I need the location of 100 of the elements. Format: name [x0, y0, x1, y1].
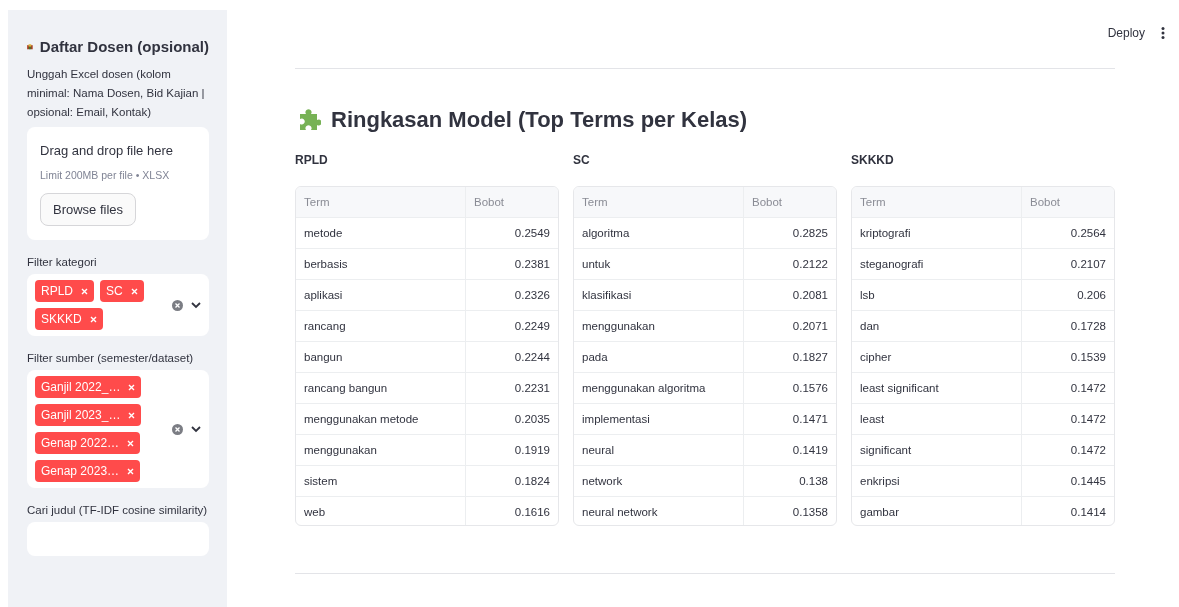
table-heading: SC: [573, 153, 591, 167]
table-cell-text: 0.1358: [791, 505, 829, 520]
table-cell-text: 0.138: [798, 474, 829, 489]
filter-tag[interactable]: SC: [100, 280, 144, 302]
table-cell: kriptografi: [852, 218, 1022, 248]
table-cell: menggunakan: [574, 311, 744, 341]
table-cell: lsb: [852, 280, 1022, 310]
table-cell: significant: [852, 435, 1022, 465]
filter-tag[interactable]: RPLD: [35, 280, 94, 302]
table-cell: bangun: [296, 342, 466, 372]
table-cell: steganografi: [852, 249, 1022, 279]
chevron-down-icon[interactable]: [191, 301, 201, 309]
table-cell-text: 0.2122: [791, 257, 829, 272]
table-cell-text: 0.206: [1076, 288, 1107, 303]
remove-icon[interactable]: [127, 467, 135, 475]
table-cell-text: 0.1414: [1069, 505, 1107, 520]
table-heading: RPLD: [295, 153, 329, 167]
deploy-button[interactable]: Deploy: [1107, 26, 1145, 40]
filter-tag[interactable]: Ganjil 2023_…: [35, 404, 142, 426]
table-cell: enkripsi: [852, 466, 1022, 496]
filter-tag[interactable]: SKKKD: [35, 308, 103, 330]
column-header[interactable]: Bobot: [1022, 187, 1114, 217]
column-header[interactable]: Bobot: [466, 187, 558, 217]
table-cell-text: 0.1824: [513, 474, 551, 489]
table-cell: dan: [852, 311, 1022, 341]
remove-icon[interactable]: [128, 411, 136, 419]
filter-tag[interactable]: Genap 2023…: [35, 460, 141, 482]
table-cell: sistem: [296, 466, 466, 496]
upload-hint: Unggah Excel dosen (kolom minimal: Nama Dosen, Bid Kajian | opsional: Email, Kontak): [27, 67, 206, 120]
table-cell: least: [852, 404, 1022, 434]
puzzle-icon: [297, 109, 321, 131]
table-cell-text: 0.2081: [791, 288, 829, 303]
search-label: Cari judul (TF-IDF cosine similarity): [27, 504, 209, 516]
column-header[interactable]: Bobot: [744, 187, 836, 217]
table-cell: klasifikasi: [574, 280, 744, 310]
multiselect-field[interactable]: Ganjil 2022_… Ganjil 2023_… Genap 2022… Genap 2023…: [27, 370, 209, 488]
table-cell-text: 0.2035: [513, 412, 551, 427]
remove-icon[interactable]: [128, 383, 136, 391]
clear-icon[interactable]: [172, 423, 183, 435]
table-cell: aplikasi: [296, 280, 466, 310]
table-cell: pada: [574, 342, 744, 372]
table-cell-text: 0.2326: [513, 288, 551, 303]
table-cell: neural network: [574, 497, 744, 525]
table-cell-text: 0.1471: [791, 412, 829, 427]
table-cell: berbasis: [296, 249, 466, 279]
multiselect-field[interactable]: RPLD SC SKKKD: [27, 274, 209, 336]
column-header[interactable]: Term: [296, 187, 466, 217]
table-cell-text: 0.2564: [1069, 226, 1107, 241]
table-cell: metode: [296, 218, 466, 248]
dropzone-text: Drag and drop file here: [40, 142, 174, 160]
table-cell: least significant: [852, 373, 1022, 403]
table-cell-text: 0.1576: [791, 381, 829, 396]
table-cell: algoritma: [574, 218, 744, 248]
table-cell-text: 0.2107: [1069, 257, 1107, 272]
chevron-down-icon[interactable]: [191, 425, 201, 433]
table-cell-text: 0.2071: [791, 319, 829, 334]
table-cell: network: [574, 466, 744, 496]
sidebar-title: Daftar Dosen (opsional): [39, 38, 209, 55]
table-cell: menggunakan metode: [296, 404, 466, 434]
column-header[interactable]: Term: [574, 187, 744, 217]
table-cell-text: 0.1472: [1069, 381, 1107, 396]
table-cell-text: 0.1472: [1069, 412, 1107, 427]
table-cell-text: 0.1919: [513, 443, 551, 458]
table-cell-text: 0.1827: [791, 350, 829, 365]
table-cell: gambar: [852, 497, 1022, 525]
table-cell: web: [296, 497, 466, 525]
filter-label: Filter kategori: [27, 256, 98, 268]
table-cell-text: 0.1616: [513, 505, 551, 520]
file-limit-text: Limit 200MB per file • XLSX: [40, 168, 171, 183]
table-cell: menggunakan algoritma: [574, 373, 744, 403]
file-dropzone[interactable]: Drag and drop file here Limit 200MB per file • XLSX Browse files: [27, 127, 209, 240]
page-title: Ringkasan Model (Top Terms per Kelas): [331, 107, 748, 133]
table-heading: SKKKD: [851, 153, 895, 167]
clear-icon[interactable]: [172, 299, 183, 311]
remove-icon[interactable]: [89, 315, 97, 323]
table-cell: rancang: [296, 311, 466, 341]
table-cell-text: 0.1728: [1069, 319, 1107, 334]
table-cell-text: 0.2549: [513, 226, 551, 241]
table-cell-text: 0.2231: [513, 381, 551, 396]
browse-files-button[interactable]: Browse files: [40, 193, 137, 226]
column-header[interactable]: Term: [852, 187, 1022, 217]
table-cell: implementasi: [574, 404, 744, 434]
remove-icon[interactable]: [130, 287, 138, 295]
table-cell-text: 0.1539: [1069, 350, 1107, 365]
table-cell: neural: [574, 435, 744, 465]
table-cell-text: 0.2381: [513, 257, 551, 272]
table-cell-text: 0.1445: [1069, 474, 1107, 489]
table-cell-text: 0.2249: [513, 319, 551, 334]
table-cell: untuk: [574, 249, 744, 279]
remove-icon[interactable]: [81, 287, 88, 295]
table-cell-text: 0.1472: [1069, 443, 1107, 458]
filter-label: Filter sumber (semester/dataset): [27, 352, 195, 364]
table-cell-text: 0.1419: [791, 443, 829, 458]
table-cell: rancang bangun: [296, 373, 466, 403]
table-cell: cipher: [852, 342, 1022, 372]
filter-tag[interactable]: Ganjil 2022_…: [35, 376, 142, 398]
remove-icon[interactable]: [127, 439, 135, 447]
more-menu-icon[interactable]: [1161, 27, 1165, 39]
filter-tag[interactable]: Genap 2022…: [35, 432, 141, 454]
table-cell-text: 0.2825: [791, 226, 829, 241]
